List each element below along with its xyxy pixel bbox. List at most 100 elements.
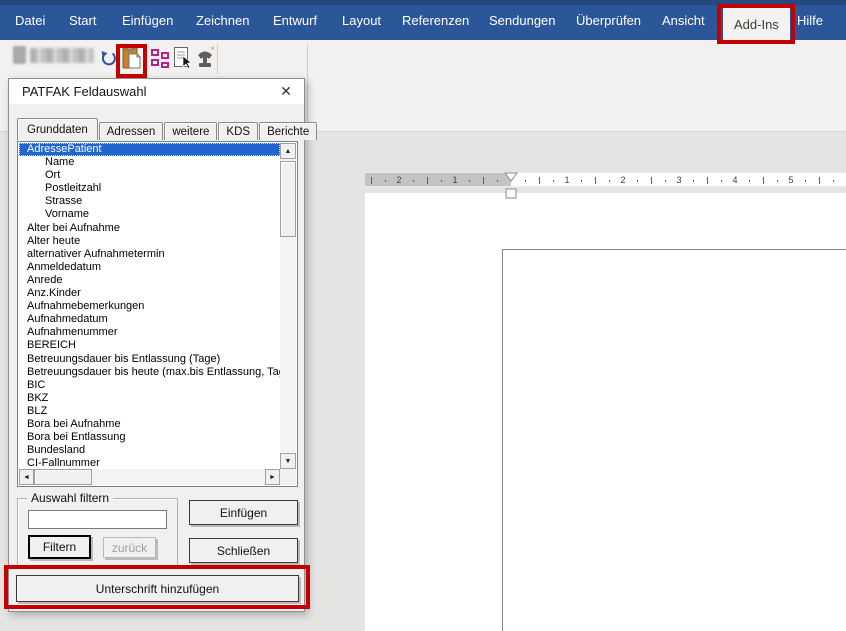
scroll-left-button[interactable]: ◄: [19, 469, 34, 485]
list-item[interactable]: Aufnahmebemerkungen: [19, 300, 280, 313]
dialog-tab-berichte[interactable]: Berichte: [259, 122, 317, 140]
ruler-tick: [581, 180, 582, 182]
list-item[interactable]: Anrede: [19, 274, 280, 287]
list-item[interactable]: Anmeldedatum: [19, 261, 280, 274]
ruler-tick: [595, 177, 596, 184]
ruler-label: 4: [732, 173, 737, 188]
filter-input[interactable]: [28, 510, 167, 529]
ruler-tick: [441, 180, 442, 182]
ruler-tick: [371, 177, 372, 184]
ruler-tick: [693, 180, 694, 182]
dialog-titlebar[interactable]: PATFAK Feldauswahl ✕: [9, 79, 304, 104]
list-item[interactable]: Aufnahmenummer: [19, 326, 280, 339]
scroll-down-button[interactable]: ▼: [280, 453, 296, 469]
ruler-tick: [805, 180, 806, 182]
document-select-icon[interactable]: [172, 45, 194, 71]
ruler-tick: [651, 177, 652, 184]
text-frame-border: [502, 249, 846, 631]
dialog-tab-weitere[interactable]: weitere: [164, 122, 217, 140]
ruler-tick: [721, 180, 722, 182]
patfak-feldauswahl-dialog: PATFAK Feldauswahl ✕ GrunddatenAdressenw…: [8, 78, 305, 612]
ribbon-tab-hilfe[interactable]: Hilfe: [797, 0, 823, 40]
ribbon-tab-entwurf[interactable]: Entwurf: [273, 0, 317, 40]
list-item[interactable]: Ort: [19, 169, 280, 182]
list-item[interactable]: BKZ: [19, 392, 280, 405]
list-item[interactable]: Bundesland: [19, 444, 280, 457]
ruler-label: 1: [452, 173, 457, 188]
ruler-tick: [469, 180, 470, 182]
list-item[interactable]: Bora bei Entlassung: [19, 431, 280, 444]
ruler-label: 2: [396, 173, 401, 188]
list-item[interactable]: Betreuungsdauer bis Entlassung (Tage): [19, 353, 280, 366]
ribbon-tab-start[interactable]: Start: [69, 0, 96, 40]
list-item[interactable]: Alter heute: [19, 235, 280, 248]
phone-icon: *: [195, 46, 217, 70]
ribbon-tab-add-ins[interactable]: Add-Ins: [723, 8, 790, 40]
ruler-margin-area: [365, 173, 511, 186]
ribbon-tab-sendungen[interactable]: Sendungen: [489, 0, 556, 40]
ribbon-tab-zeichnen[interactable]: Zeichnen: [196, 0, 249, 40]
list-item[interactable]: Strasse: [19, 195, 280, 208]
zurueck-button[interactable]: zurück: [103, 537, 156, 558]
dialog-tab-kds[interactable]: KDS: [218, 122, 258, 140]
einfuegen-button[interactable]: Einfügen: [189, 500, 298, 525]
list-item[interactable]: Betreuungsdauer bis heute (max.bis Entla…: [19, 366, 280, 379]
list-item[interactable]: BLZ: [19, 405, 280, 418]
horizontal-scrollbar[interactable]: ◄ ►: [19, 469, 280, 485]
fields-grid-icon[interactable]: [149, 45, 171, 71]
ruler-tick: [749, 180, 750, 182]
list-item[interactable]: Anz.Kinder: [19, 287, 280, 300]
ribbon-tab-referenzen[interactable]: Referenzen: [402, 0, 469, 40]
list-item[interactable]: Aufnahmedatum: [19, 313, 280, 326]
ruler-tick: [609, 180, 610, 182]
dialog-tab-adressen[interactable]: Adressen: [99, 122, 164, 140]
ruler-tick: [707, 177, 708, 184]
ribbon-tab-einf-gen[interactable]: Einfügen: [122, 0, 173, 40]
toolbar-divider: [217, 44, 218, 74]
list-item[interactable]: Name: [19, 156, 280, 169]
redacted-toolbar-icon[interactable]: [13, 46, 26, 64]
list-item[interactable]: Vorname: [19, 208, 280, 221]
filtern-button[interactable]: Filtern: [28, 535, 91, 559]
undo-icon: [99, 49, 117, 67]
indent-marker[interactable]: [499, 172, 525, 200]
ruler-tick: [483, 177, 484, 184]
ruler-label: 3: [676, 173, 681, 188]
unterschrift-hinzufuegen-button[interactable]: Unterschrift hinzufügen: [16, 575, 299, 602]
filter-group-label: Auswahl filtern: [27, 491, 113, 505]
undo-icon[interactable]: [97, 45, 119, 71]
redacted-toolbar-button[interactable]: [30, 48, 94, 63]
horizontal-ruler: 2112345: [365, 172, 846, 187]
vertical-scrollbar[interactable]: ▲ ▼: [280, 143, 296, 469]
ruler-tick: [385, 180, 386, 182]
horizontal-scroll-thumb[interactable]: [34, 469, 92, 485]
list-item[interactable]: Bora bei Aufnahme: [19, 418, 280, 431]
ribbon-tab-layout[interactable]: Layout: [342, 0, 381, 40]
vertical-scroll-thumb[interactable]: [280, 161, 296, 237]
close-icon[interactable]: ✕: [272, 79, 300, 104]
ruler-tick: [553, 180, 554, 182]
ribbon-tab-datei[interactable]: Datei: [15, 0, 45, 40]
list-item[interactable]: alternativer Aufnahmetermin: [19, 248, 280, 261]
ruler-tick: [539, 177, 540, 184]
list-item[interactable]: BEREICH: [19, 339, 280, 352]
list-item[interactable]: CI-Fallnummer: [19, 457, 280, 469]
scroll-up-button[interactable]: ▲: [280, 143, 296, 159]
ruler-tick: [637, 180, 638, 182]
ruler-label: 1: [564, 173, 569, 188]
scroll-right-button[interactable]: ►: [265, 469, 280, 485]
dialog-tab-grunddaten[interactable]: Grunddaten: [17, 118, 98, 140]
paste-clipboard-icon[interactable]: [120, 45, 142, 71]
ruler-label: 2: [620, 173, 625, 188]
ruler-tick: [427, 177, 428, 184]
phone-icon[interactable]: *: [195, 45, 217, 71]
dialog-tab-strip: GrunddatenAdressenweitereKDSBerichte: [17, 118, 318, 140]
ribbon-tab--berpr-fen[interactable]: Überprüfen: [576, 0, 641, 40]
list-item[interactable]: Postleitzahl: [19, 182, 280, 195]
list-item[interactable]: BIC: [19, 379, 280, 392]
list-item[interactable]: AdressePatient: [19, 143, 280, 156]
ribbon-tab-ansicht[interactable]: Ansicht: [662, 0, 705, 40]
field-listbox: AdressePatientNameOrtPostleitzahlStrasse…: [17, 141, 298, 487]
list-item[interactable]: Alter bei Aufnahme: [19, 222, 280, 235]
schliessen-button[interactable]: Schließen: [189, 538, 298, 563]
